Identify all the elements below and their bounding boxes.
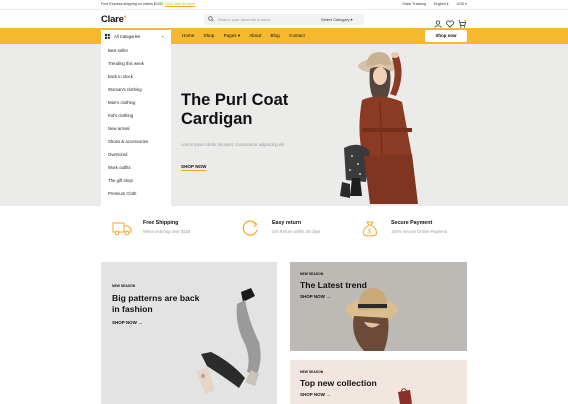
svg-text:$: $: [368, 230, 372, 236]
header-icons: [434, 15, 468, 28]
hero-shop-now-button[interactable]: SHOP NOW: [181, 164, 207, 171]
nav-pages-label: Pages: [223, 33, 237, 38]
nav-shop[interactable]: Shop: [204, 33, 215, 38]
hero-banner: Best seller Trending this week back in s…: [0, 44, 568, 206]
feature-title: Free Shipping: [143, 220, 179, 226]
nav-about[interactable]: About: [249, 33, 261, 38]
promo-model-image: [197, 288, 261, 394]
cart-icon[interactable]: [458, 15, 467, 28]
promo-card-patterns[interactable]: NEW SEASON Big patterns are back in fash…: [101, 262, 277, 404]
promo-shop-now-link[interactable]: SHOP NOW →: [112, 320, 143, 325]
promo-title: Top new collection: [300, 378, 377, 388]
grid-icon: [105, 34, 110, 39]
heart-icon[interactable]: [446, 15, 454, 28]
category-item[interactable]: Trending this week: [108, 61, 144, 66]
all-categories-button[interactable]: All Categories ⌄: [101, 30, 171, 44]
logo[interactable]: Clare●: [101, 14, 127, 25]
hero-title-line1: The Purl Coat: [181, 91, 289, 109]
category-item[interactable]: Oversized: [108, 152, 127, 157]
category-item[interactable]: The gift shop: [108, 178, 133, 183]
order-tracking-link[interactable]: Order Tracking: [402, 2, 426, 6]
category-item[interactable]: Man's clothing: [108, 100, 135, 105]
currency-select[interactable]: USD ▾: [457, 2, 467, 6]
promo-bag-image: [398, 388, 412, 404]
search-input[interactable]: Search your favourite product...: [218, 17, 274, 22]
category-item[interactable]: Work outfits: [108, 165, 131, 170]
promo-card-new-collection[interactable]: NEW SEASON Top new collection SHOP NOW →: [290, 360, 467, 404]
feature-desc: Get Return within 30 days: [272, 229, 321, 234]
all-categories-label: All Categories: [114, 34, 141, 39]
return-icon: [242, 220, 258, 236]
nav-blog[interactable]: Blog: [271, 33, 280, 38]
category-item[interactable]: back in stock: [108, 74, 133, 79]
promo-season: NEW SEASON: [300, 272, 324, 276]
category-item[interactable]: Woman's clothing: [108, 87, 142, 92]
promo-message: Free Express shipping on orders $100! Cl…: [101, 2, 195, 6]
hero-model-image: [340, 52, 418, 204]
nav-home[interactable]: Home: [182, 33, 194, 38]
truck-icon: [112, 222, 132, 236]
money-bag-icon: $: [363, 221, 377, 237]
nav-pages[interactable]: Pages ▾: [224, 33, 241, 38]
promo-shop-now-link[interactable]: SHOP NOW →: [300, 392, 331, 397]
feature-title: Easy return: [272, 220, 302, 226]
top-bar: Free Express shipping on orders $100! Cl…: [0, 0, 568, 9]
hero-title: The Purl Coat Cardigan: [181, 91, 288, 129]
category-select[interactable]: Select Category ▾: [321, 17, 353, 22]
promo-hat-image: [346, 288, 398, 351]
top-bar-links: Order Tracking English ▾ USD ▾: [395, 2, 467, 6]
promo-season: NEW SEASON: [112, 284, 136, 288]
promo-link[interactable]: Click here for more: [165, 2, 195, 6]
nav-contact[interactable]: Contact: [289, 33, 305, 38]
category-item[interactable]: Kid's clothing: [108, 113, 133, 118]
category-menu: Best seller Trending this week back in s…: [101, 44, 171, 206]
user-icon[interactable]: [434, 15, 442, 28]
language-value: English: [433, 2, 446, 6]
site-header: Clare● Search your favourite product... …: [0, 9, 568, 28]
search-icon[interactable]: [208, 16, 214, 22]
language-select[interactable]: English ▾: [434, 2, 449, 6]
nav-links: Home Shop Pages ▾ About Blog Contact: [182, 33, 313, 39]
hero-description: Lorem ipsum dolor sit amet, consectetur …: [181, 142, 285, 147]
category-item[interactable]: Shoes & accessories: [108, 139, 148, 144]
category-item[interactable]: Best seller: [108, 48, 128, 53]
feature-desc: When ordering over $150: [143, 229, 191, 234]
feature-title: Secure Payment: [391, 220, 433, 226]
promo-card-latest-trend[interactable]: NEW SEASON The Latest trend SHOP NOW →: [290, 262, 467, 351]
search-bar: Search your favourite product... Select …: [204, 14, 364, 25]
feature-desc: 100% Secure Online Payment: [391, 229, 448, 234]
currency-value: USD: [456, 2, 465, 6]
hero-title-line2: Cardigan: [181, 110, 253, 128]
category-item[interactable]: New arrival: [108, 126, 130, 131]
features-bar: Free Shipping When ordering over $150 Ea…: [0, 206, 568, 250]
promo-text: Free Express shipping on orders $100!: [101, 2, 163, 6]
chevron-down-icon: ⌄: [161, 33, 165, 38]
main-nav: All Categories ⌄ Home Shop Pages ▾ About…: [0, 28, 568, 44]
promo-shop-now-link[interactable]: SHOP NOW →: [300, 294, 331, 299]
promo-season: NEW SEASON: [300, 370, 324, 374]
shop-now-button[interactable]: Shop now: [425, 30, 467, 42]
logo-text: Clare: [101, 14, 124, 26]
category-select-label: Select Category: [321, 17, 350, 22]
category-item[interactable]: Premium Cloth: [108, 191, 136, 196]
